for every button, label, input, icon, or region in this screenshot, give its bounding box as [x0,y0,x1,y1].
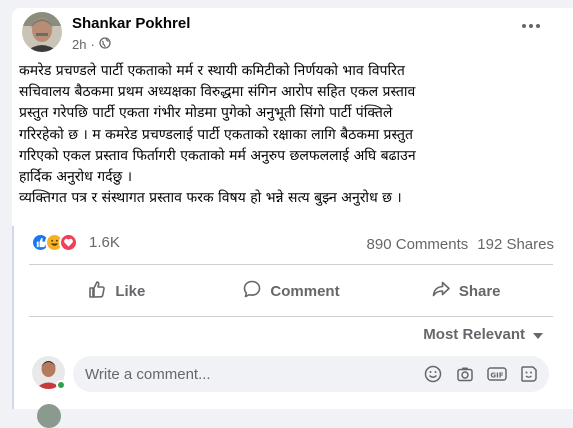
post-text-line: हार्दिक अनुरोध गर्दछु । [19,169,133,186]
comment-bubble-icon [242,279,262,303]
comment-composer: GIF [29,354,553,394]
caret-down-icon [533,326,543,343]
share-button[interactable]: Share [378,270,553,312]
post-text-line: गरिरहेको छ । म कमरेड प्रचण्डलाई पार्टी ए… [19,126,413,143]
like-label: Like [115,282,146,300]
post-text: कमरेड प्रचण्डले पार्टी एकताको मर्म र स्थ… [19,61,554,209]
sticker-icon[interactable] [519,364,539,384]
share-arrow-icon [431,279,451,303]
like-button[interactable]: Like [29,270,204,312]
divider [29,316,553,317]
thumbs-up-icon [87,279,107,303]
share-label: Share [458,282,501,300]
post-meta: 2h · [72,37,111,52]
post-time[interactable]: 2h [72,37,86,52]
gif-icon[interactable]: GIF [487,364,507,384]
divider [29,264,553,265]
author-name[interactable]: Shankar Pokhrel [72,15,190,32]
post-text-line: सचिवालय बैठकमा प्रथम अध्यक्षका विरुद्धमा… [19,84,416,101]
comment-button[interactable]: Comment [204,270,379,312]
shares-count[interactable]: 192 Shares [477,236,554,253]
post-text-line: गरिएको एकल प्रस्ताव फिर्तागरी एकताको मर्… [19,147,416,164]
card-edge [12,226,14,409]
sort-label: Most Relevant [423,326,525,343]
comments-count[interactable]: 890 Comments [367,236,469,253]
next-comment-avatar[interactable] [37,404,61,428]
author-avatar[interactable] [22,12,62,52]
comment-sort-dropdown[interactable]: Most Relevant [423,326,543,343]
comment-label: Comment [270,282,340,300]
post-text-line: व्यक्तिगत पत्र र संस्थागत प्रस्ताव फरक व… [19,190,402,207]
svg-text:GIF: GIF [490,372,503,380]
post-header: Shankar Pokhrel 2h · [22,12,552,56]
more-options-icon[interactable] [522,24,542,30]
post-text-line: कमरेड प्रचण्डले पार्टी एकताको मर्म र स्थ… [19,63,405,79]
comment-input-container: GIF [73,356,549,392]
reaction-count[interactable]: 1.6K [89,234,120,251]
emoji-icon[interactable] [423,364,443,384]
action-bar: Like Comment Share [29,270,553,312]
post-stats: 1.6K 890 Comments 192 Shares [31,233,554,257]
reactions-summary[interactable]: 1.6K [31,233,120,252]
camera-icon[interactable] [455,364,475,384]
engagement-counts: 890 Comments 192 Shares [367,236,554,253]
love-reaction-icon [59,233,78,252]
globe-icon[interactable] [99,37,111,52]
post-text-line: प्रस्तुत गरेपछि पार्टी एकता गंभीर मोडमा … [19,105,393,122]
online-status-dot [56,380,66,390]
comment-input[interactable] [85,356,405,392]
composer-tools: GIF [423,364,539,384]
